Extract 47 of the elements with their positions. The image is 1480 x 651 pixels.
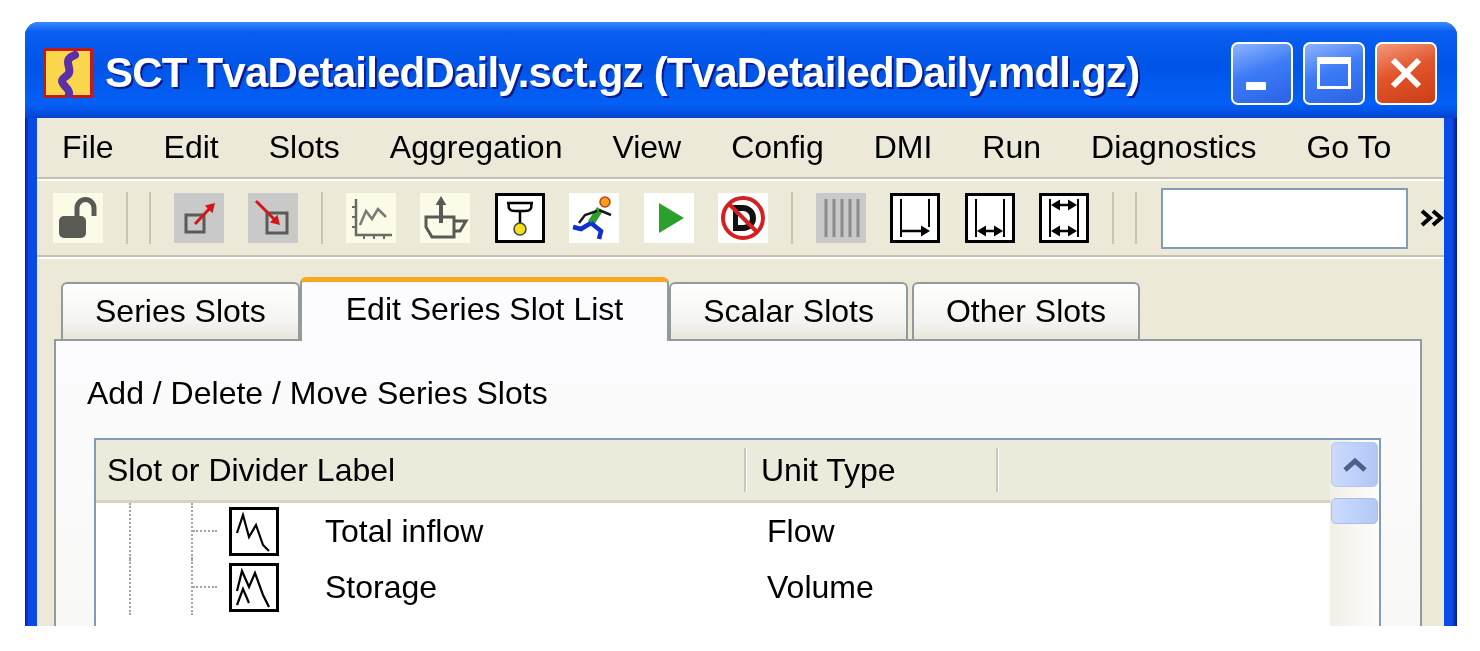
- double-chevron-icon[interactable]: [1419, 209, 1445, 227]
- arrow-out-of-square-icon[interactable]: [173, 193, 224, 243]
- table-cell: Total inflow: [325, 512, 484, 550]
- table-cell: Flow: [767, 512, 835, 550]
- window-title: SCT TvaDetailedDaily.sct.gz (TvaDetailedDaily.mdl.gz): [105, 49, 1141, 97]
- arrow-right-between-bars-icon[interactable]: [890, 193, 941, 243]
- minimize-icon: [1246, 82, 1266, 90]
- app-logo-icon: [43, 48, 93, 98]
- zigzag-chart-icon: [229, 506, 279, 556]
- menu-item[interactable]: Go To: [1281, 122, 1417, 173]
- caret-up-icon: [1341, 456, 1368, 473]
- menu-item[interactable]: Run: [957, 122, 1067, 173]
- close-icon: [1390, 57, 1422, 89]
- tab[interactable]: Scalar Slots: [669, 282, 908, 339]
- table-cell: Volume: [767, 568, 874, 606]
- play-icon[interactable]: [643, 193, 694, 243]
- line-chart-icon[interactable]: [345, 193, 396, 243]
- double-arrows-box-icon[interactable]: [1039, 193, 1090, 243]
- section-heading: Add / Delete / Move Series Slots: [87, 375, 548, 412]
- menu-item[interactable]: DMI: [848, 122, 958, 173]
- toolbar-input-field[interactable]: [1160, 187, 1408, 249]
- scrollbar-thumb[interactable]: [1331, 498, 1378, 524]
- maximize-icon: [1317, 57, 1351, 89]
- zigzag-chart-icon: [229, 562, 279, 612]
- menu-item[interactable]: Diagnostics: [1066, 122, 1282, 173]
- close-button[interactable]: [1375, 41, 1437, 105]
- column-header: Slot or Divider Label: [106, 450, 397, 490]
- arrow-into-square-icon[interactable]: [248, 193, 299, 243]
- tab[interactable]: Series Slots: [61, 282, 300, 339]
- table-cell: Storage: [325, 568, 438, 606]
- menu-item[interactable]: Aggregation: [364, 122, 588, 173]
- maximize-button[interactable]: [1303, 41, 1365, 105]
- hanging-weight-icon[interactable]: [494, 193, 545, 243]
- double-arrow-between-bars-icon[interactable]: [964, 193, 1015, 243]
- menu-item[interactable]: Slots: [243, 122, 365, 173]
- menu-item[interactable]: File: [37, 122, 139, 173]
- column-header: Unit Type: [760, 450, 897, 490]
- minimize-button[interactable]: [1231, 41, 1293, 105]
- tab[interactable]: Other Slots: [911, 282, 1140, 339]
- padlock-icon[interactable]: [53, 193, 104, 243]
- menu-item[interactable]: Config: [706, 122, 849, 173]
- menu-item[interactable]: View: [587, 122, 707, 173]
- menu-item[interactable]: Edit: [138, 122, 244, 173]
- tab[interactable]: Edit Series Slot List: [299, 277, 670, 341]
- running-person-icon[interactable]: [569, 193, 620, 243]
- scroll-up-button[interactable]: [1331, 442, 1378, 487]
- prohibited-icon[interactable]: [718, 193, 769, 243]
